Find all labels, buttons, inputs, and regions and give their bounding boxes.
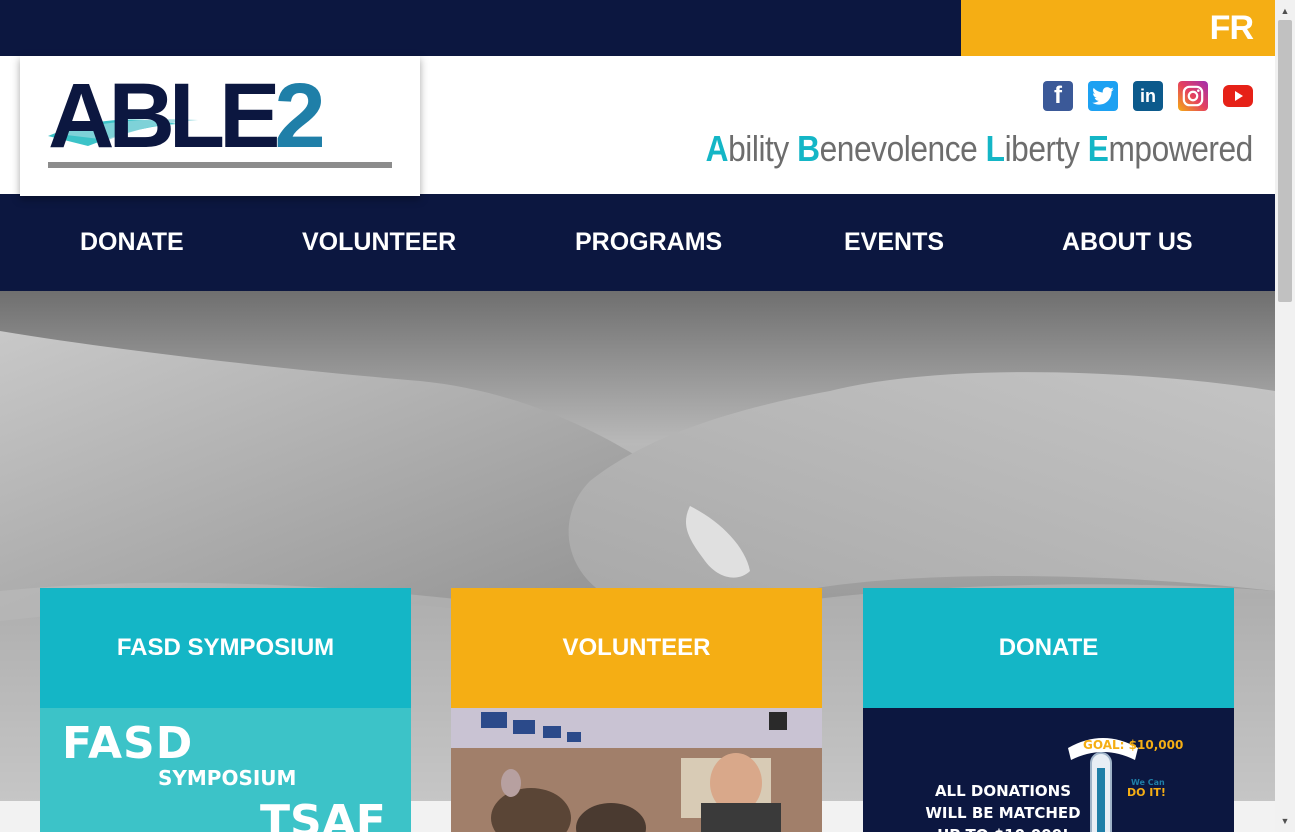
social-links: f in bbox=[1043, 81, 1253, 111]
bowling-photo bbox=[451, 708, 822, 832]
volunteer-photo[interactable] bbox=[451, 708, 822, 832]
image-text: WILL BE MATCHED bbox=[925, 804, 1081, 822]
nav-item-about-us[interactable]: ABOUT US bbox=[1062, 194, 1193, 291]
card-title[interactable]: DONATE bbox=[863, 588, 1234, 708]
card-title[interactable]: VOLUNTEER bbox=[451, 588, 822, 708]
card-fasd-symposium[interactable]: FASD SYMPOSIUM FASD SYMPOSIUM TSAF bbox=[40, 588, 411, 832]
youtube-icon[interactable] bbox=[1223, 81, 1253, 111]
main-nav: DONATE VOLUNTEER PROGRAMS EVENTS ABOUT U… bbox=[0, 194, 1275, 291]
top-bar: FR bbox=[0, 0, 1275, 56]
linkedin-icon[interactable]: in bbox=[1133, 81, 1163, 111]
card-volunteer[interactable]: VOLUNTEER bbox=[451, 588, 822, 832]
image-text: ALL DONATIONS bbox=[934, 782, 1072, 800]
instagram-icon[interactable] bbox=[1178, 81, 1208, 111]
logo-text: ABLE2 bbox=[48, 65, 326, 167]
page: FR ABLE2 f in Ability Benevolence Libert… bbox=[0, 0, 1275, 832]
tagline: Ability Benevolence Liberty Empowered bbox=[705, 128, 1254, 169]
card-donate[interactable]: DONATE GOAL: $10,000 We Can DO IT! ALL D… bbox=[863, 588, 1234, 832]
image-text: SYMPOSIUM bbox=[158, 766, 297, 790]
image-text: FASD bbox=[62, 718, 194, 769]
logo[interactable]: ABLE2 bbox=[20, 56, 420, 196]
image-text: TSAF bbox=[260, 796, 386, 832]
site-header: ABLE2 f in Ability Benevolence Liberty E… bbox=[0, 56, 1275, 196]
scroll-down-icon[interactable]: ▼ bbox=[1275, 812, 1295, 830]
facebook-icon[interactable]: f bbox=[1043, 81, 1073, 111]
fasd-symposium-image[interactable]: FASD SYMPOSIUM TSAF bbox=[40, 708, 411, 832]
language-toggle-button[interactable]: FR bbox=[961, 0, 1275, 56]
logo-underline bbox=[48, 162, 392, 168]
donate-thermometer-image[interactable]: GOAL: $10,000 We Can DO IT! ALL DONATION… bbox=[863, 708, 1234, 832]
donation-match-text: ALL DONATIONS WILL BE MATCHED UP TO $10,… bbox=[863, 780, 1143, 832]
scrollbar-thumb[interactable] bbox=[1278, 20, 1292, 302]
nav-item-volunteer[interactable]: VOLUNTEER bbox=[302, 194, 456, 291]
nav-item-donate[interactable]: DONATE bbox=[80, 194, 184, 291]
goal-label: GOAL: $10,000 bbox=[1083, 738, 1184, 752]
nav-item-programs[interactable]: PROGRAMS bbox=[575, 194, 722, 291]
nav-item-events[interactable]: EVENTS bbox=[844, 194, 944, 291]
card-title[interactable]: FASD SYMPOSIUM bbox=[40, 588, 411, 708]
twitter-icon[interactable] bbox=[1088, 81, 1118, 111]
image-text: UP TO $10,000! bbox=[863, 824, 1143, 832]
scroll-up-icon[interactable]: ▲ bbox=[1275, 2, 1295, 20]
page-scrollbar[interactable]: ▲ ▼ bbox=[1275, 0, 1295, 832]
